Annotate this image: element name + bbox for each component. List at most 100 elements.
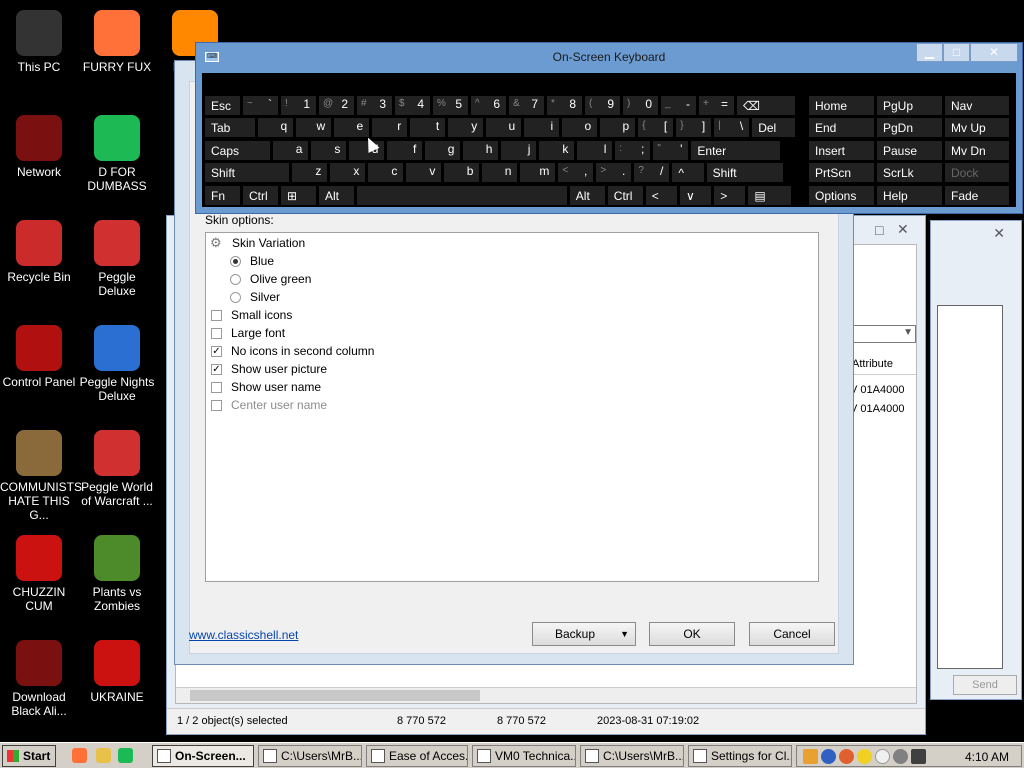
desktop-icon[interactable]: Peggle Deluxe: [78, 220, 156, 298]
osk-key[interactable]: ! 1: [280, 95, 317, 116]
osk-key[interactable]: t: [409, 117, 447, 139]
firefox-quicklaunch-icon[interactable]: [72, 748, 87, 763]
osk-key[interactable]: s: [310, 139, 348, 161]
osk-key[interactable]: {[: [637, 117, 675, 139]
desktop-icon[interactable]: Plants vs Zombies: [78, 535, 156, 613]
osk-key[interactable]: " ': [652, 139, 690, 161]
osk-key[interactable]: % 5: [432, 95, 469, 116]
desktop-icon[interactable]: UKRAINE: [78, 640, 156, 704]
start-button[interactable]: Start: [2, 745, 56, 767]
tray-app-icon[interactable]: [803, 749, 818, 764]
osk-key[interactable]: | \: [713, 117, 751, 139]
taskbar-button[interactable]: C:\Users\MrB...: [258, 745, 362, 767]
osk-nav-key[interactable]: PrtScn: [808, 162, 875, 184]
osk-nav-key[interactable]: PgDn: [876, 117, 943, 139]
star-icon[interactable]: [857, 749, 872, 764]
on-screen-keyboard-window[interactable]: ⌨ On-Screen Keyboard ▁ □ ✕ Esc ~ `! 1 @2 #3 $4…: [195, 42, 1023, 214]
checkbox-checked[interactable]: ✓: [211, 363, 222, 375]
osk-key[interactable]: Ctrl: [242, 184, 279, 206]
close-icon[interactable]: ✕: [897, 221, 917, 237]
osk-nav-key[interactable]: Help: [876, 184, 943, 206]
folder-quicklaunch-icon[interactable]: [96, 748, 111, 763]
osk-key[interactable]: Caps: [204, 139, 272, 161]
skin-checkbox-option[interactable]: Small icons: [211, 306, 292, 324]
osk-nav-key[interactable]: Mv Dn: [944, 139, 1010, 161]
osk-key[interactable]: Tab: [204, 117, 257, 139]
volume-icon[interactable]: [911, 749, 926, 764]
osk-key[interactable]: & 7: [508, 95, 545, 116]
desktop-icon[interactable]: This PC: [0, 10, 78, 74]
table-row[interactable]: V 01A4000: [846, 381, 916, 400]
osk-key[interactable]: q: [257, 117, 295, 139]
checkbox[interactable]: [211, 309, 222, 321]
osk-key[interactable]: >.: [595, 162, 633, 184]
message-area[interactable]: [937, 305, 1003, 669]
radio-button[interactable]: [230, 273, 241, 285]
osk-key[interactable]: :;: [614, 139, 652, 161]
osk-key[interactable]: l: [576, 139, 614, 161]
osk-nav-key[interactable]: PgUp: [876, 95, 943, 116]
maximize-icon[interactable]: □: [875, 222, 895, 238]
desktop-icon[interactable]: Peggle World of Warcraft ...: [78, 430, 156, 508]
osk-nav-key[interactable]: Fade: [944, 184, 1010, 206]
maximize-button[interactable]: □: [943, 43, 970, 62]
desktop-icon[interactable]: Recycle Bin: [0, 220, 78, 284]
osk-key[interactable]: p: [599, 117, 637, 139]
drop-icon[interactable]: [875, 749, 890, 764]
osk-key[interactable]: e: [333, 117, 371, 139]
desktop-icon[interactable]: D FOR DUMBASS: [78, 115, 156, 193]
minimize-button[interactable]: ▁: [916, 43, 943, 62]
osk-key[interactable]: ⌫: [736, 95, 796, 116]
osk-key[interactable]: o: [561, 117, 599, 139]
taskbar-button[interactable]: C:\Users\MrB...: [580, 745, 684, 767]
skin-checkbox-option[interactable]: Show user name: [211, 378, 321, 396]
classicshell-link[interactable]: www.classicshell.net: [189, 628, 298, 642]
close-icon[interactable]: ✕: [993, 225, 1005, 242]
search-icon[interactable]: [839, 749, 854, 764]
osk-key[interactable]: z: [291, 162, 329, 184]
osk-key[interactable]: g: [424, 139, 462, 161]
osk-nav-key[interactable]: Nav: [944, 95, 1010, 116]
desktop-icon[interactable]: Peggle Nights Deluxe: [78, 325, 156, 403]
desktop-icon[interactable]: FURRY FUX: [78, 10, 156, 74]
osk-nav-key[interactable]: End: [808, 117, 875, 139]
osk-key[interactable]: f: [386, 139, 424, 161]
osk-key[interactable]: ~ `: [242, 95, 279, 116]
osk-key[interactable]: n: [481, 162, 519, 184]
scrollbar-thumb[interactable]: [190, 690, 480, 701]
osk-key[interactable]: m: [519, 162, 557, 184]
tray-network-icon[interactable]: [821, 749, 836, 764]
filter-dropdown[interactable]: ▼: [846, 325, 916, 343]
osk-nav-key[interactable]: ScrLk: [876, 162, 943, 184]
osk-key[interactable]: x: [329, 162, 367, 184]
osk-key[interactable]: Alt: [318, 184, 355, 206]
osk-key[interactable]: k: [538, 139, 576, 161]
osk-key[interactable]: ? /: [633, 162, 671, 184]
app-quicklaunch-icon[interactable]: [118, 748, 133, 763]
osk-key[interactable]: Fn: [204, 184, 241, 206]
osk-key[interactable]: Shift: [204, 162, 291, 184]
osk-key[interactable]: a: [272, 139, 310, 161]
radio-button[interactable]: [230, 291, 241, 303]
skin-radio-option[interactable]: Olive green: [230, 270, 311, 288]
osk-key[interactable]: ▤: [747, 184, 792, 206]
osk-key[interactable]: @2: [318, 95, 355, 116]
desktop-icon[interactable]: COMMUNISTS HATE THIS G...: [0, 430, 82, 522]
skin-radio-option[interactable]: Silver: [230, 288, 280, 306]
shield-icon[interactable]: [893, 749, 908, 764]
skin-checkbox-option[interactable]: ✓ Show user picture: [211, 360, 327, 378]
osk-key[interactable]: r: [371, 117, 409, 139]
osk-key[interactable]: }]: [675, 117, 713, 139]
clock[interactable]: 4:10 AM: [965, 750, 1009, 764]
osk-nav-key[interactable]: Options: [808, 184, 875, 206]
osk-key[interactable]: [356, 184, 568, 206]
osk-key[interactable]: u: [485, 117, 523, 139]
desktop-icon[interactable]: Network: [0, 115, 78, 179]
desktop-icon[interactable]: Download Black Ali...: [0, 640, 78, 718]
taskbar-button[interactable]: Settings for Cl...: [688, 745, 792, 767]
osk-key[interactable]: ∨: [679, 184, 713, 206]
osk-key[interactable]: $4: [394, 95, 431, 116]
osk-key[interactable]: Alt: [568, 184, 606, 206]
taskbar-button[interactable]: VM0 Technica...: [472, 745, 576, 767]
osk-key[interactable]: h: [462, 139, 500, 161]
